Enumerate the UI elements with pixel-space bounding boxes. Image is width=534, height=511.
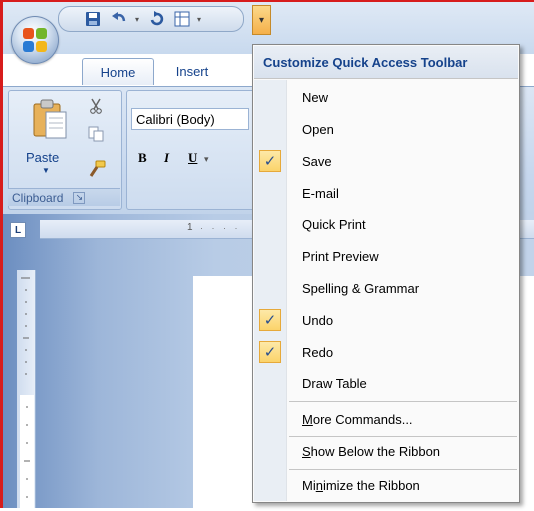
- underline-dropdown-icon[interactable]: ▾: [204, 154, 209, 165]
- menu-item-label: E-mail: [302, 186, 339, 201]
- menu-item-show-below-ribbon[interactable]: Show Below the Ribbon: [254, 437, 518, 466]
- check-icon: ✓: [259, 150, 281, 172]
- menu-item-label: Open: [302, 122, 334, 137]
- menu-item-email[interactable]: E-mail: [254, 179, 518, 208]
- menu-item-quick-print[interactable]: Quick Print: [254, 210, 518, 239]
- copy-icon[interactable]: [88, 126, 104, 142]
- menu-item-more-commands[interactable]: More Commands...: [254, 405, 518, 434]
- redo-icon[interactable]: [147, 10, 167, 28]
- clipboard-group-label: Clipboard ↘: [8, 188, 120, 206]
- quick-access-toolbar: ▾ ▾: [58, 6, 244, 32]
- menu-item-label: Quick Print: [302, 217, 366, 232]
- check-icon: ✓: [259, 309, 281, 331]
- menu-item-open[interactable]: Open: [254, 115, 518, 144]
- menu-item-label: Save: [302, 154, 332, 169]
- cut-icon[interactable]: [88, 98, 104, 114]
- check-icon: ✓: [259, 341, 281, 363]
- format-painter-icon[interactable]: [88, 160, 106, 178]
- ruler-ticks: · · · ·: [200, 223, 241, 233]
- menu-item-label: Minimize the Ribbon: [302, 478, 420, 493]
- underline-button[interactable]: U: [188, 150, 197, 166]
- menu-item-spelling-grammar[interactable]: Spelling & Grammar: [254, 274, 518, 303]
- menu-title: Customize Quick Access Toolbar: [254, 46, 518, 79]
- menu-separator: [289, 469, 517, 470]
- menu-item-label: Show Below the Ribbon: [302, 444, 441, 459]
- office-button-icon: [23, 28, 47, 52]
- save-icon[interactable]: [83, 10, 103, 28]
- layout-icon[interactable]: [171, 10, 193, 28]
- customize-dropdown-icon[interactable]: ▾: [252, 5, 271, 35]
- menu-item-redo[interactable]: ✓ Redo: [254, 338, 518, 367]
- menu-item-label: More Commands...: [302, 412, 413, 427]
- menu-item-label: Draw Table: [302, 376, 367, 391]
- office-button[interactable]: [11, 16, 59, 64]
- word-window: ▾ ▾ ▾ Home Insert Paste ▼ Clipboard ↘ Ca…: [0, 0, 534, 508]
- tab-home[interactable]: Home: [82, 58, 154, 85]
- menu-item-new[interactable]: New: [254, 83, 518, 112]
- layout-dropdown-icon[interactable]: ▾: [195, 10, 203, 28]
- menu-item-print-preview[interactable]: Print Preview: [254, 242, 518, 271]
- clipboard-label-text: Clipboard: [12, 190, 64, 205]
- menu-item-undo[interactable]: ✓ Undo: [254, 306, 518, 335]
- font-name-combo[interactable]: Calibri (Body): [131, 108, 249, 130]
- undo-icon[interactable]: [109, 10, 131, 28]
- menu-item-label: Undo: [302, 313, 334, 328]
- tab-insert[interactable]: Insert: [160, 58, 224, 84]
- paste-dropdown-icon[interactable]: ▼: [42, 166, 50, 175]
- menu-item-label: Print Preview: [302, 249, 379, 264]
- menu-item-save[interactable]: ✓ Save: [254, 147, 518, 176]
- menu-item-label: Redo: [302, 345, 334, 360]
- menu-separator: [289, 401, 517, 402]
- ruler-number: 1: [187, 222, 193, 233]
- bold-button[interactable]: B: [138, 150, 147, 166]
- menu-item-minimize-ribbon[interactable]: Minimize the Ribbon: [254, 471, 518, 500]
- paste-button-label[interactable]: Paste: [26, 150, 59, 165]
- italic-button[interactable]: I: [164, 150, 169, 166]
- menu-item-draw-table[interactable]: Draw Table: [254, 369, 518, 398]
- menu-item-label: New: [302, 90, 329, 105]
- paste-icon[interactable]: [30, 98, 70, 142]
- frame-border-top: [0, 0, 534, 2]
- tab-selector[interactable]: L: [10, 222, 26, 238]
- undo-dropdown-icon[interactable]: ▾: [133, 10, 141, 28]
- customize-qat-menu: Customize Quick Access Toolbar New Open …: [252, 44, 520, 503]
- vertical-ruler-margin: [20, 395, 34, 508]
- dialog-launcher-icon[interactable]: ↘: [73, 191, 86, 204]
- frame-border-left: [0, 0, 3, 508]
- menu-item-label: Spelling & Grammar: [302, 281, 420, 296]
